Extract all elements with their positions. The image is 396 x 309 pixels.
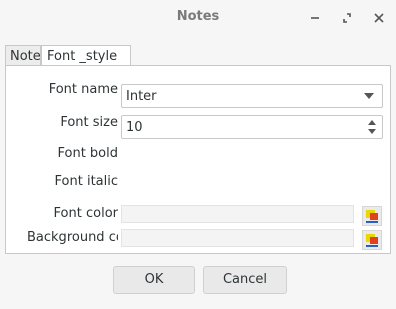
- font-size-spinbox[interactable]: 10: [121, 115, 383, 139]
- font-name-combobox[interactable]: Inter: [121, 84, 383, 108]
- font-bold-label: Font bold: [57, 146, 118, 161]
- font-size-value: 10: [126, 120, 143, 135]
- spin-up-icon[interactable]: [368, 120, 376, 125]
- font-size-label: Font size: [60, 115, 118, 130]
- color-picker-icon: [366, 210, 378, 223]
- font-color-picker-button[interactable]: [362, 206, 382, 226]
- close-icon[interactable]: [370, 9, 388, 27]
- color-picker-icon: [366, 234, 378, 247]
- font-name-label: Font name: [48, 82, 118, 97]
- chevron-down-icon: [364, 93, 374, 99]
- restore-icon[interactable]: [338, 9, 356, 27]
- background-color-picker-button[interactable]: [362, 230, 382, 250]
- font-color-swatch[interactable]: [121, 205, 354, 223]
- background-color-label: Background color: [27, 230, 118, 245]
- tab-font-style[interactable]: Font _style: [41, 45, 131, 67]
- font-name-value: Inter: [126, 89, 157, 104]
- minimize-icon[interactable]: [306, 9, 324, 27]
- cancel-button[interactable]: Cancel: [203, 266, 287, 294]
- tab-note[interactable]: Note: [5, 45, 41, 66]
- title-bar: Notes: [0, 0, 396, 35]
- font-italic-label: Font italic: [54, 174, 118, 189]
- spin-down-icon[interactable]: [368, 129, 376, 134]
- background-color-swatch[interactable]: [121, 229, 354, 247]
- font-color-label: Font color: [53, 206, 118, 221]
- ok-button[interactable]: OK: [113, 266, 195, 294]
- window-title: Notes: [176, 9, 220, 24]
